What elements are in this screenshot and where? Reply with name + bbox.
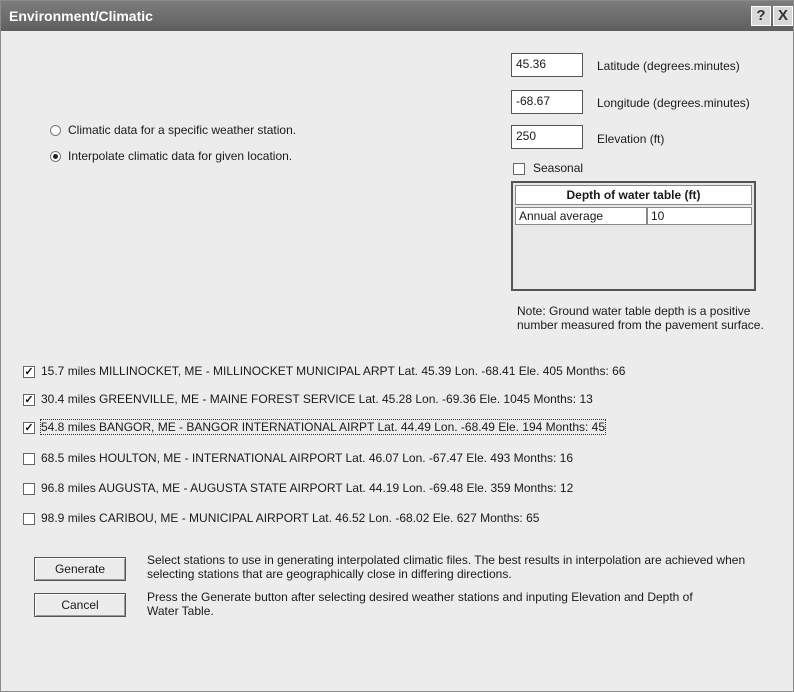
station-label: 68.5 miles HOULTON, ME - INTERNATIONAL A… — [41, 451, 574, 465]
station-label: 96.8 miles AUGUSTA, ME - AUGUSTA STATE A… — [41, 481, 574, 495]
station-label: 98.9 miles CARIBOU, ME - MUNICIPAL AIRPO… — [41, 511, 540, 525]
title-bar: Environment/Climatic ? X — [1, 1, 793, 31]
station-checkbox[interactable] — [23, 513, 35, 525]
station-label: 15.7 miles MILLINOCKET, ME - MILLINOCKET… — [41, 364, 626, 378]
interpolate-radio[interactable] — [50, 151, 61, 162]
longitude-field[interactable]: -68.67 — [511, 90, 583, 114]
environment-climatic-dialog: Environment/Climatic ? X 45.36 Latitude … — [0, 0, 794, 692]
station-checkbox[interactable] — [23, 453, 35, 465]
latitude-field[interactable]: 45.36 — [511, 53, 583, 77]
station-checkbox[interactable] — [23, 483, 35, 495]
elevation-field[interactable]: 250 — [511, 125, 583, 149]
interpolate-label: Interpolate climatic data for given loca… — [68, 149, 293, 163]
dialog-title: Environment/Climatic — [9, 8, 153, 24]
specific-station-radio[interactable] — [50, 125, 61, 136]
station-checkbox[interactable]: ✓ — [23, 394, 35, 406]
station-label: 30.4 miles GREENVILLE, ME - MAINE FOREST… — [41, 392, 593, 406]
water-table-grid: Depth of water table (ft) Annual average… — [511, 181, 756, 291]
station-checkbox[interactable]: ✓ — [23, 366, 35, 378]
generate-button[interactable]: Generate — [34, 557, 126, 581]
specific-station-label: Climatic data for a specific weather sta… — [68, 123, 297, 137]
help-button[interactable]: ? — [751, 6, 771, 26]
elevation-label: Elevation (ft) — [597, 132, 665, 146]
seasonal-label: Seasonal — [533, 161, 584, 175]
annual-average-value[interactable]: 10 — [647, 207, 752, 225]
cancel-help-text: Press the Generate button after selectin… — [147, 590, 693, 618]
longitude-label: Longitude (degrees.minutes) — [597, 96, 750, 110]
water-table-note: Note: Ground water table depth is a posi… — [517, 304, 764, 332]
station-checkbox[interactable]: ✓ — [23, 422, 35, 434]
annual-average-label: Annual average — [515, 207, 647, 225]
seasonal-checkbox[interactable] — [513, 163, 525, 175]
water-table-header: Depth of water table (ft) — [515, 185, 752, 205]
station-label: 54.8 miles BANGOR, ME - BANGOR INTERNATI… — [39, 419, 607, 435]
latitude-label: Latitude (degrees.minutes) — [597, 59, 740, 73]
close-button[interactable]: X — [773, 6, 793, 26]
generate-help-text: Select stations to use in generating int… — [147, 553, 746, 581]
cancel-button[interactable]: Cancel — [34, 593, 126, 617]
